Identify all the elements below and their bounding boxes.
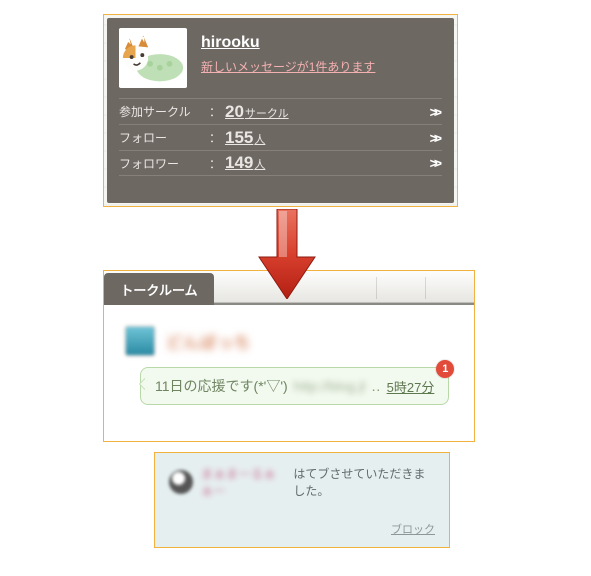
block-link[interactable]: ブロック — [391, 521, 435, 537]
new-message-link[interactable]: 新しいメッセージが1件あります — [201, 58, 375, 75]
profile-panel: hirooku 新しいメッセージが1件あります 参加サークル ： 20サークル … — [103, 14, 458, 207]
talk-avatar[interactable] — [124, 325, 156, 357]
stat-value: 20サークル — [225, 102, 430, 122]
reply-row: まぁまーるぁぁー はてブさせていただきました。 — [169, 465, 435, 499]
message-link-blurred: http://blog.jl — [294, 378, 366, 394]
message-text: 11日の応援です(*'▽') — [155, 376, 288, 396]
stat-value: 149人 — [225, 153, 430, 173]
arrow-down-icon — [257, 209, 317, 299]
message-time-link[interactable]: 5時27分 — [387, 377, 435, 396]
colon: ： — [209, 103, 225, 120]
reply-username-link[interactable]: まぁまーるぁぁー — [201, 465, 285, 499]
colon: ： — [209, 129, 225, 146]
tab-talkroom[interactable]: トークルーム — [104, 273, 214, 305]
colon: ： — [209, 155, 225, 172]
tab-slot — [377, 271, 425, 303]
stat-num: 20 — [225, 102, 244, 121]
tab-slot — [426, 271, 474, 303]
stats-table: 参加サークル ： 20サークル >> フォロー ： 155人 >> フォロワー … — [119, 98, 442, 176]
talk-username-link[interactable]: どんぼっち — [166, 329, 251, 353]
message-bubble[interactable]: 11日の応援です(*'▽') http://blog.jl ‥ 5時27分 1 — [140, 367, 449, 405]
talk-user-row: どんぼっち — [124, 325, 460, 357]
stat-row-follower[interactable]: フォロワー ： 149人 >> — [119, 150, 442, 176]
stat-label: フォロワー — [119, 155, 209, 172]
reply-avatar[interactable] — [169, 470, 193, 494]
profile-header: hirooku 新しいメッセージが1件あります — [119, 28, 442, 88]
chevron-right-icon: >> — [430, 155, 442, 171]
chevron-right-icon: >> — [430, 130, 442, 146]
bubble-row: 11日の応援です(*'▽') http://blog.jl ‥ 5時27分 1 — [124, 367, 460, 405]
avatar[interactable] — [119, 28, 187, 88]
stat-unit: 人 — [254, 159, 265, 171]
profile-name-col: hirooku 新しいメッセージが1件あります — [187, 28, 375, 88]
notification-badge: 1 — [436, 360, 454, 378]
stat-label: 参加サークル — [119, 103, 209, 120]
talkroom-body: どんぼっち 11日の応援です(*'▽') http://blog.jl ‥ 5時… — [104, 305, 474, 417]
reply-text: はてブさせていただきました。 — [293, 465, 435, 499]
stat-value: 155人 — [225, 128, 430, 148]
profile-card: hirooku 新しいメッセージが1件あります 参加サークル ： 20サークル … — [107, 18, 454, 203]
username-link[interactable]: hirooku — [201, 34, 375, 52]
stat-label: フォロー — [119, 129, 209, 146]
ellipsis: ‥ — [371, 378, 380, 395]
stat-num: 155 — [225, 128, 253, 147]
stat-row-circles[interactable]: 参加サークル ： 20サークル >> — [119, 98, 442, 124]
stat-unit: サークル — [245, 108, 289, 120]
stat-num: 149 — [225, 153, 253, 172]
chevron-right-icon: >> — [430, 104, 442, 120]
stat-row-follow[interactable]: フォロー ： 155人 >> — [119, 124, 442, 150]
reply-card: まぁまーるぁぁー はてブさせていただきました。 ブロック — [154, 452, 450, 548]
stat-unit: 人 — [254, 134, 265, 146]
